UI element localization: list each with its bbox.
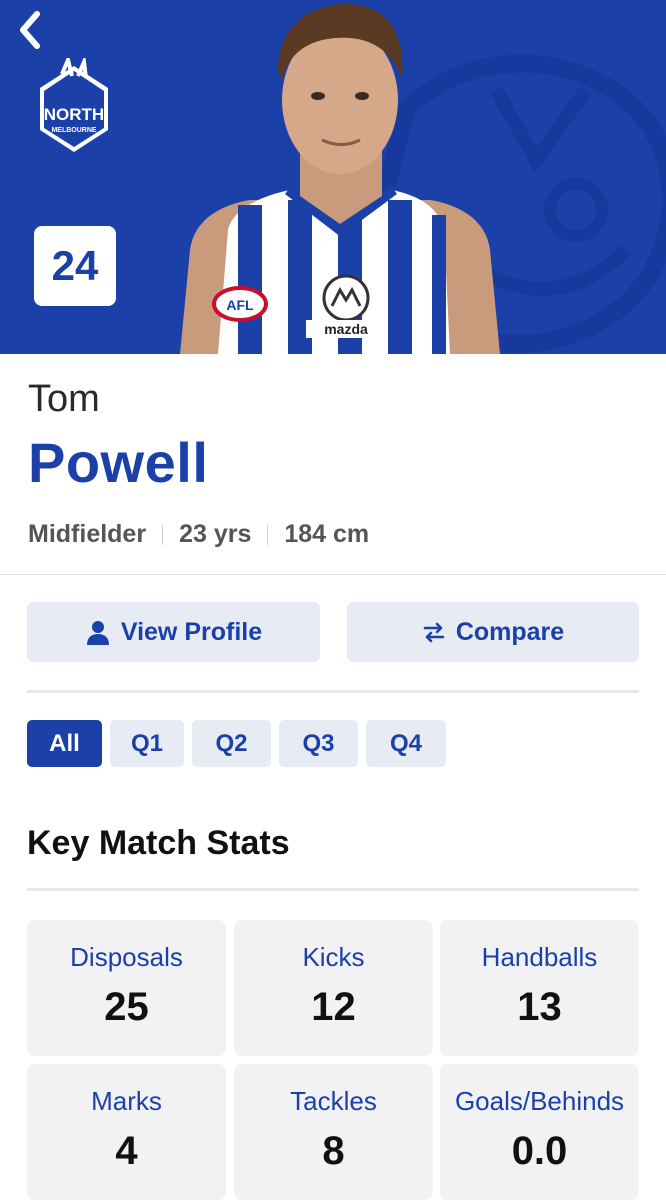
logo-text-melbourne: MELBOURNE bbox=[51, 127, 96, 134]
key-match-stats-title: Key Match Stats bbox=[27, 824, 290, 862]
section-divider bbox=[0, 574, 666, 575]
player-last-name: Powell bbox=[28, 431, 209, 494]
stat-card-disposals: Disposals 25 bbox=[27, 920, 226, 1056]
svg-text:AFL: AFL bbox=[226, 297, 254, 313]
compare-button[interactable]: Compare bbox=[347, 602, 639, 662]
stat-label: Kicks bbox=[302, 942, 365, 972]
meta-separator bbox=[267, 524, 269, 545]
player-meta-row: Midfielder 23 yrs 184 cm bbox=[28, 520, 369, 549]
stat-value: 0.0 bbox=[511, 1129, 568, 1173]
player-first-name: Tom bbox=[28, 378, 100, 420]
north-melbourne-logo: NORTH MELBOURNE bbox=[40, 58, 108, 152]
stat-label: Tackles bbox=[290, 1086, 377, 1116]
stat-card-marks: Marks 4 bbox=[27, 1064, 226, 1200]
view-profile-label: View Profile bbox=[120, 617, 263, 646]
view-profile-button[interactable]: View Profile bbox=[27, 602, 320, 662]
tab-q3[interactable]: Q3 bbox=[279, 720, 358, 767]
stat-label: Handballs bbox=[481, 942, 598, 972]
stat-card-handballs: Handballs 13 bbox=[440, 920, 639, 1056]
quarter-tabs: All Q1 Q2 Q3 Q4 bbox=[27, 720, 446, 767]
stat-value: 12 bbox=[311, 985, 356, 1029]
stat-label: Goals/Behinds bbox=[454, 1086, 625, 1116]
player-height: 184 cm bbox=[284, 520, 370, 548]
compare-label: Compare bbox=[455, 617, 565, 646]
logo-text-north: NORTH bbox=[44, 105, 104, 124]
back-button[interactable] bbox=[10, 6, 50, 54]
section-divider bbox=[27, 690, 639, 693]
player-age: 23 yrs bbox=[179, 520, 252, 548]
tab-q4[interactable]: Q4 bbox=[366, 720, 446, 767]
tab-all[interactable]: All bbox=[27, 720, 102, 767]
player-photo: AFL mazda bbox=[180, 3, 500, 354]
stat-card-tackles: Tackles 8 bbox=[234, 1064, 433, 1200]
jersey-number-badge: 24 bbox=[34, 226, 116, 306]
svg-text:mazda: mazda bbox=[324, 321, 368, 337]
stat-label: Disposals bbox=[70, 942, 183, 972]
chevron-left-icon bbox=[20, 11, 40, 49]
stat-value: 8 bbox=[322, 1129, 345, 1173]
player-hero-banner: NORTH MELBOURNE 24 AFL mazda bbox=[0, 0, 666, 354]
swap-arrows-icon bbox=[423, 622, 445, 643]
tab-q2[interactable]: Q2 bbox=[192, 720, 271, 767]
stat-card-kicks: Kicks 12 bbox=[234, 920, 433, 1056]
meta-separator bbox=[162, 524, 164, 545]
stat-card-goals-behinds: Goals/Behinds 0.0 bbox=[440, 1064, 639, 1200]
person-icon bbox=[86, 621, 109, 645]
player-position: Midfielder bbox=[28, 520, 147, 548]
section-divider bbox=[27, 888, 639, 891]
stat-value: 25 bbox=[104, 985, 149, 1029]
stat-value: 13 bbox=[517, 985, 562, 1029]
stat-value: 4 bbox=[115, 1129, 138, 1173]
tab-q1[interactable]: Q1 bbox=[110, 720, 184, 767]
stat-label: Marks bbox=[91, 1086, 162, 1116]
